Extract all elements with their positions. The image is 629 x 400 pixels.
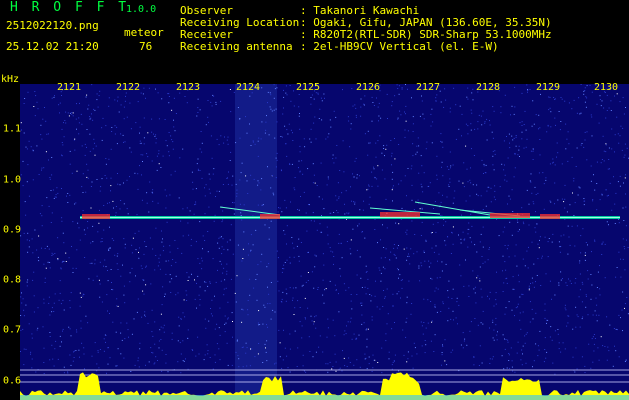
y-tick-label: 1.1 [3,123,22,135]
echo-head [260,214,280,219]
echo-head [490,213,530,218]
timestamp: 25.12.02 21:20 [6,40,99,53]
app-title: H R O F F T [10,0,130,15]
x-tick-label: 2126 [355,82,381,93]
x-tick-label: 2128 [475,82,501,93]
x-tick-label: 2122 [115,82,141,93]
y-unit-label: kHz [1,74,20,85]
spectrogram-plot[interactable] [20,84,629,400]
x-tick-label: 2125 [295,82,321,93]
y-tick-label: 1.0 [3,174,22,186]
x-tick-label: 2121 [56,82,82,93]
meteor-label: meteor [124,26,164,39]
y-tick-label: 0.6 [3,375,22,387]
y-tick-label: 0.8 [3,274,22,286]
y-tick-label: 0.7 [3,324,22,336]
profile-base [20,395,629,400]
carrier-core [80,217,620,218]
x-tick-label: 2130 [593,82,619,93]
noise-band [235,84,277,400]
header-panel: H R O F F T 1.0.0 2512022120.png 25.12.0… [0,0,629,72]
echo-head [82,214,110,219]
echo-head [380,212,420,217]
spectrogram-canvas [20,84,629,400]
app-version: 1.0.0 [126,4,157,15]
noise-layer [20,84,629,375]
y-tick-label: 0.9 [3,224,22,236]
echo-head [540,214,560,219]
file-name: 2512022120.png [6,19,99,32]
x-tick-label: 2127 [415,82,441,93]
antenna-label: Receiving antenna [180,40,293,53]
x-tick-label: 2129 [535,82,561,93]
x-tick-label: 2123 [175,82,201,93]
antenna-value: : 2el-HB9CV Vertical (el. E-W) [300,40,499,53]
x-tick-label: 2124 [235,82,261,93]
meteor-count: 76 [139,40,153,53]
